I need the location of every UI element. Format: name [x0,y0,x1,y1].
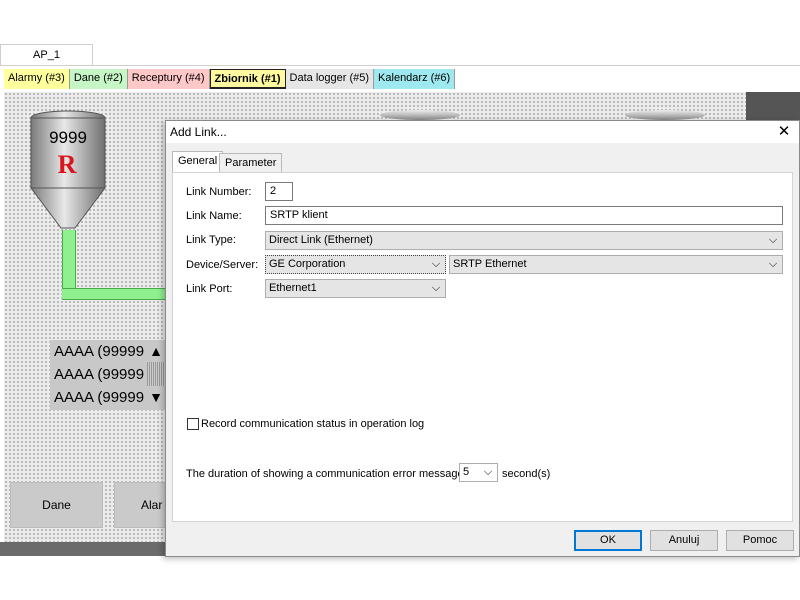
server-value: SRTP Ethernet [453,258,527,270]
record-status-label: Record communication status in operation… [201,418,425,430]
screen-tab-zbiornik[interactable]: Zbiornik (#1) [209,69,286,89]
chevron-down-icon: ⌵ [431,282,441,294]
duration-label: The duration of showing a communication … [186,468,467,480]
device-value: GE Corporation [269,258,346,270]
chevron-down-icon: ⌵ [768,258,778,270]
screen-tab-bar: Alarmy (#3) Dane (#2) Receptury (#4) Zbi… [4,69,456,89]
link-number-label: Link Number: [186,186,252,198]
tank-top-2 [380,110,460,120]
device-server-label: Device/Server: [186,259,259,271]
scroll-thumb[interactable] [147,362,165,386]
tab-strip-divider [0,65,800,66]
ok-button[interactable]: OK [574,530,642,551]
list-item: AAAA (99999 [54,366,145,383]
tank-level-value: 9999 [49,128,87,147]
chevron-down-icon: ⌵ [431,258,441,270]
tab-parameter[interactable]: Parameter [219,153,283,173]
device-select[interactable]: GE Corporation ⌵ [265,255,446,274]
help-button[interactable]: Pomoc [726,530,794,551]
add-link-dialog: Add Link... ✕ General Parameter Link Num… [165,120,800,557]
link-number-input[interactable]: 2 [265,182,293,201]
scroll-up-icon[interactable]: ▲ [147,340,165,362]
close-icon[interactable]: ✕ [775,123,793,141]
tab-general[interactable]: General [172,151,224,173]
duration-value: 5 [463,466,470,478]
link-type-select[interactable]: Direct Link (Ethernet) ⌵ [265,231,783,250]
tank-top-3 [625,110,705,120]
list-item: AAAA (99999 [54,389,145,406]
server-select[interactable]: SRTP Ethernet ⌵ [449,255,783,274]
list-item: AAAA (99999 [54,343,145,360]
link-type-value: Direct Link (Ethernet) [269,234,373,246]
link-port-label: Link Port: [186,283,233,295]
duration-select[interactable]: 5 ⌵ [459,463,498,482]
document-tab-ap1[interactable]: AP_1 [0,44,93,66]
link-name-input[interactable]: SRTP klient [265,206,783,225]
screen-tab-kalendarz[interactable]: Kalendarz (#6) [374,69,456,89]
chevron-down-icon: ⌵ [483,466,493,478]
screen-tab-data-logger[interactable]: Data logger (#5) [285,69,375,89]
screen-tab-receptury[interactable]: Receptury (#4) [127,69,210,89]
chevron-down-icon: ⌵ [768,234,778,246]
dialog-title-bar[interactable]: Add Link... ✕ [166,121,799,143]
scroll-down-icon[interactable]: ▼ [147,386,165,408]
link-port-select[interactable]: Ethernet1 ⌵ [265,279,446,298]
duration-unit-label: second(s) [502,468,551,480]
link-type-label: Link Type: [186,234,236,246]
record-status-checkbox[interactable] [187,418,199,430]
screen-tab-alarmy[interactable]: Alarmy (#3) [4,69,70,89]
link-name-label: Link Name: [186,210,242,222]
pipe-horizontal [62,288,166,300]
list-scrollbar[interactable]: ▲ ▼ [147,340,165,410]
pipe-vertical [62,230,76,290]
tank-logo: R [57,150,77,179]
hmi-button-dane[interactable]: Dane [10,482,103,528]
alarm-list[interactable]: AAAA (99999 AAAA (99999 AAAA (99999 [50,340,147,410]
link-port-value: Ethernet1 [269,282,317,294]
hmi-button-alarmy[interactable]: Alar [114,482,170,528]
screen-tab-dane[interactable]: Dane (#2) [69,69,128,89]
dialog-title: Add Link... [170,125,227,139]
cancel-button[interactable]: Anuluj [650,530,718,551]
